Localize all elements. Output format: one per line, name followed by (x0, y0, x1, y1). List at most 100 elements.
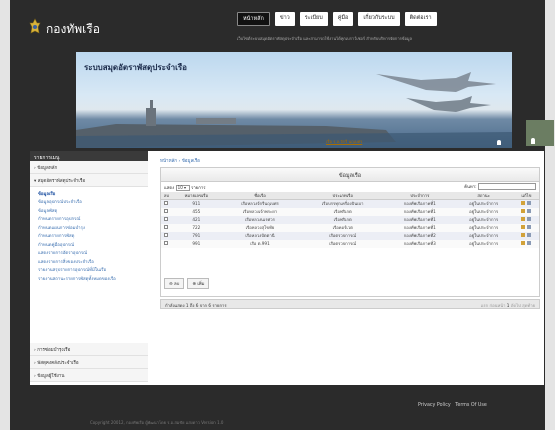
sidebar-section-main[interactable]: › ข้อมูลหลัก (30, 161, 148, 174)
view-icon[interactable] (527, 225, 532, 229)
page-last[interactable]: สุดท้าย (522, 303, 535, 308)
cell-ship-name: เรือหลวงเจ้าพระยา (220, 207, 300, 216)
table-actions: ⊖ ลบ ⊕ เพิ่ม (164, 278, 210, 289)
banner-caption[interactable]: เรือ ร.ล.จักรี นฤเบศร (326, 138, 362, 145)
page-1[interactable]: 1 (507, 303, 510, 308)
page-next[interactable]: ถัดไป (511, 303, 521, 308)
cell-ship-no: 722 (171, 223, 221, 232)
sidebar-item-ship-items[interactable]: แสดงรายการสิ่งของประจำเรือ (30, 258, 148, 267)
edit-icon[interactable] (521, 201, 526, 206)
row-checkbox[interactable] (164, 201, 169, 206)
cell-status: อยู่ในประจำการ (453, 215, 514, 224)
top-nav: หน้าหลัก ข่าว ระเบียบ คู่มือ เกี่ยวกับระ… (237, 12, 437, 26)
sidebar-item-ship-equipment[interactable]: ข้อมูลอุปกรณ์ประจำเรือ (30, 199, 148, 208)
cell-status: อยู่ในประจำการ (453, 239, 514, 248)
cell-ship-type: เรือคอร์เวต (299, 223, 387, 232)
col-ship-name[interactable]: ชื่อเรือ (220, 192, 300, 200)
row-checkbox[interactable] (164, 241, 169, 245)
cell-ship-no: 455 (171, 207, 221, 216)
nav-contact[interactable]: ติดต่อเรา (404, 12, 437, 26)
copyright: Copyright 20012, กองทัพเรือ ผู้พัฒนาโดย … (90, 420, 224, 425)
edit-icon[interactable] (521, 217, 526, 221)
cell-unit: กองทัพเรือภาคที่1 (386, 223, 454, 232)
sidebar-item-equipment-report[interactable]: รายงานสรุปรายการอุปกรณ์ที่มีในเรือ (30, 267, 148, 276)
col-unit[interactable]: ประจำการ (386, 192, 454, 200)
view-icon[interactable] (527, 217, 532, 221)
sidebar-item-manuals[interactable]: กำหนดคู่มืออุปกรณ์ (30, 241, 148, 250)
row-checkbox[interactable] (164, 217, 169, 221)
row-checkbox[interactable] (164, 209, 169, 213)
view-icon[interactable] (527, 241, 532, 245)
cell-ship-no: 911 (171, 199, 221, 208)
col-ship-no[interactable]: หมายเลขเรือ (171, 192, 221, 200)
sidebar-item-supplies[interactable]: ข้อมูลพัสดุ (30, 207, 148, 216)
cell-ship-no: 991 (171, 239, 221, 248)
cell-ship-name: เรือ ต.991 (220, 239, 300, 248)
view-icon[interactable] (527, 233, 532, 237)
table-row: 421 เรือหลวงนเรศวร เรือฟริเกต กองทัพเรือ… (161, 215, 539, 224)
breadcrumb: หน้าหลัก › ข้อมูลเรือ (160, 159, 200, 164)
sidebar-item-define-supplies[interactable]: กำหนดรายการพัสดุ (30, 233, 148, 242)
page-size-select[interactable]: 10 ▾ (175, 184, 190, 191)
sidebar-heading: รายการเมนู (30, 151, 148, 161)
col-ship-type[interactable]: ประเภทเรือ (299, 192, 387, 200)
page-first[interactable]: แรก (481, 303, 488, 308)
page-prev[interactable]: ก่อนหน้า (490, 303, 506, 308)
sidebar-item-define-equipment[interactable]: กำหนดรายการอุปกรณ์ (30, 216, 148, 225)
search-label: ค้นหา: (464, 185, 477, 190)
add-button[interactable]: ⊕ เพิ่ม (187, 278, 210, 289)
row-checkbox[interactable] (164, 233, 169, 237)
table-row: 455 เรือหลวงเจ้าพระยา เรือฟริเกต กองทัพเ… (161, 207, 539, 216)
cell-ship-name: เรือหลวงสุโขทัย (220, 223, 300, 232)
breadcrumb-current: ข้อมูลเรือ (181, 159, 200, 164)
sidebar: รายการเมนู › ข้อมูลหลัก ▾ สมุดอัตราพัสดุ… (30, 151, 148, 385)
sidebar-item-equipment-rates[interactable]: แสดงรายการอัตราอุปกรณ์ (30, 250, 148, 259)
nav-home[interactable]: หน้าหลัก (237, 12, 270, 26)
table-row: 722 เรือหลวงสุโขทัย เรือคอร์เวต กองทัพเร… (161, 223, 539, 232)
search-input[interactable] (478, 183, 536, 190)
table-toolbar: แสดง 10 ▾ รายการ ค้นหา: (161, 182, 539, 192)
sidebar-section-users[interactable]: › ข้อมูลผู้ใช้งาน (30, 369, 148, 382)
view-icon[interactable] (527, 209, 532, 213)
cell-ship-no: 421 (171, 215, 221, 224)
table-info: กำลังแสดง 1 ถึง 6 จาก 6 รายการ (165, 303, 227, 308)
sidebar-item-supply-status-report[interactable]: รายงานสถานะรายการพัสดุทั้งหมดของเรือ (30, 275, 148, 284)
cell-status: อยู่ในประจำการ (453, 207, 514, 216)
nav-regulations[interactable]: ระเบียบ (299, 12, 328, 26)
col-status[interactable]: สถานะ (453, 192, 514, 200)
sidebar-item-ship-info[interactable]: ข้อมูลเรือ (30, 190, 148, 199)
table-row: 991 เรือ ต.991 เรือตรวจการณ์ กองทัพเรือภ… (161, 239, 539, 248)
scroll-indicator-2 (497, 140, 501, 145)
cell-ship-name: เรือหลวงปัตตานี (220, 231, 300, 240)
edit-icon[interactable] (521, 241, 526, 245)
col-delete[interactable]: ลบ (161, 192, 172, 200)
view-icon[interactable] (527, 201, 532, 206)
sidebar-section-inventory[interactable]: ▾ สมุดอัตราพัสดุประจำเรือ (30, 174, 148, 187)
ship-table: ลบ หมายเลขเรือ ชื่อเรือ ประเภทเรือ ประจำ… (161, 192, 539, 248)
nav-news[interactable]: ข่าว (274, 12, 295, 26)
sidebar-section-stock[interactable]: › พัสดุคงคลังประจำเรือ (30, 356, 148, 369)
delete-button[interactable]: ⊖ ลบ (164, 278, 185, 289)
cell-ship-no: 791 (171, 231, 221, 240)
nav-manual[interactable]: คู่มือ (332, 12, 354, 26)
breadcrumb-home[interactable]: หน้าหลัก (160, 159, 177, 164)
table-row: 911 เรือหลวงจักรีนฤเบศร เรือบรรทุกเครื่อ… (161, 199, 539, 208)
sidebar-item-maintenance-plan[interactable]: กำหนดแผนการซ่อมบำรุง (30, 224, 148, 233)
col-edit: แก้ไข (513, 192, 539, 200)
row-checkbox[interactable] (164, 225, 169, 229)
cell-status: อยู่ในประจำการ (453, 199, 514, 208)
nav-about[interactable]: เกี่ยวกับระบบ (358, 12, 400, 26)
terms-link[interactable]: Terms Of Use (455, 403, 487, 408)
cell-ship-name: เรือหลวงจักรีนฤเบศร (220, 199, 300, 208)
edit-icon[interactable] (521, 233, 526, 237)
sidebar-bottom: › การซ่อมบำรุงเรือ › พัสดุคงคลังประจำเรื… (30, 343, 148, 382)
cell-ship-type: เรือฟริเกต (299, 215, 387, 224)
cell-unit: กองทัพเรือภาคที่1 (386, 215, 454, 224)
privacy-link[interactable]: Privacy Policy (418, 403, 451, 408)
ship-data-panel: ข้อมูลเรือ แสดง 10 ▾ รายการ ค้นหา: ลบ หม… (160, 167, 540, 297)
edit-icon[interactable] (521, 225, 526, 229)
cell-ship-type: เรือตรวจการณ์ (299, 239, 387, 248)
page-frame: กองทัพเรือ หน้าหลัก ข่าว ระเบียบ คู่มือ … (10, 0, 554, 430)
sidebar-section-maintenance[interactable]: › การซ่อมบำรุงเรือ (30, 343, 148, 356)
edit-icon[interactable] (521, 209, 526, 213)
